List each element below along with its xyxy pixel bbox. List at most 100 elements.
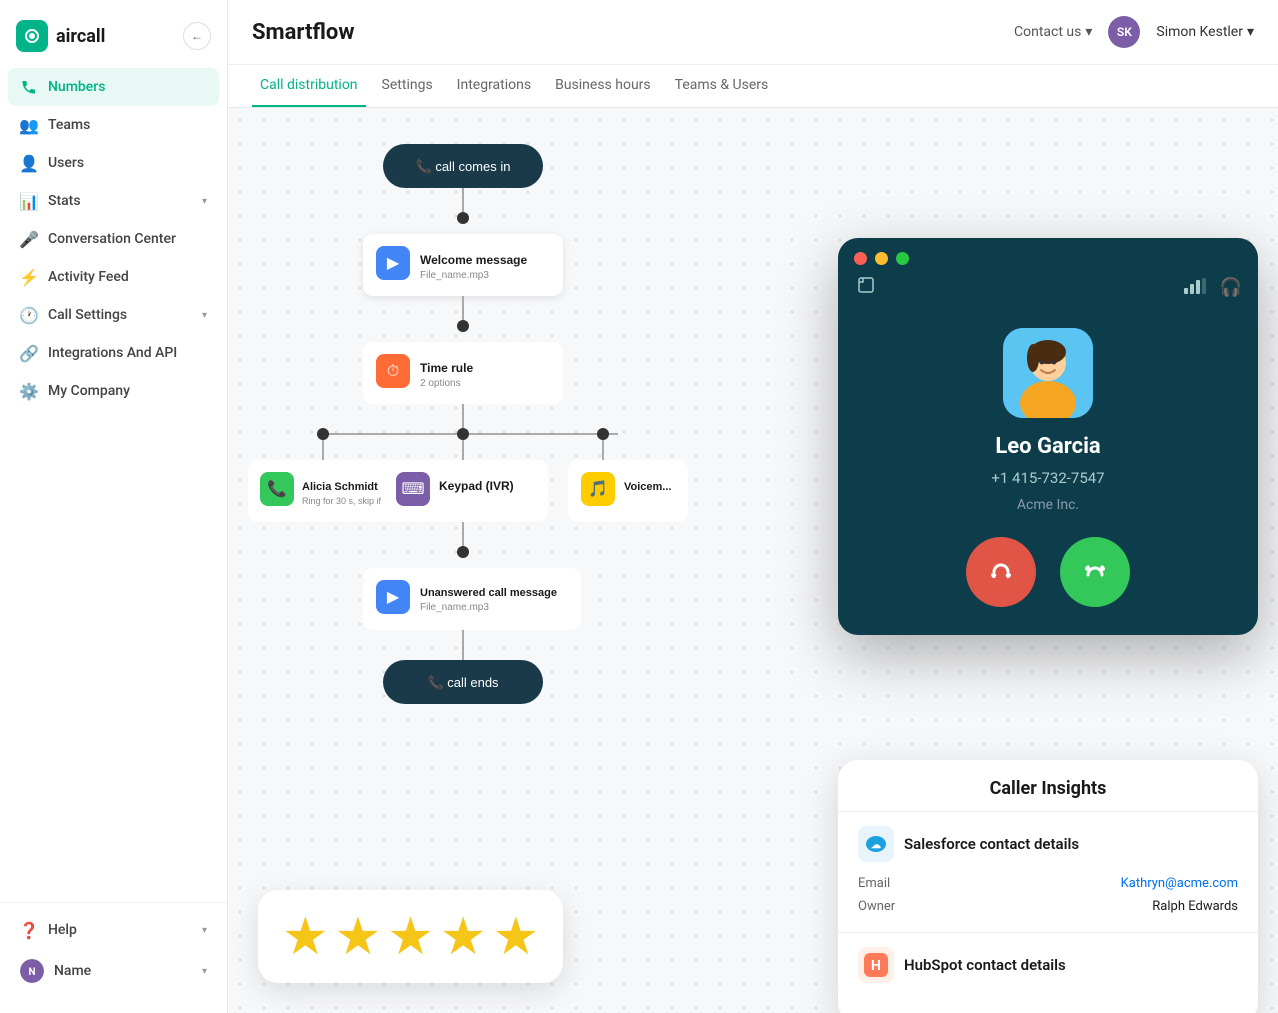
salesforce-owner-row: Owner Ralph Edwards <box>858 895 1238 918</box>
app-name: aircall <box>56 26 105 47</box>
svg-text:▶: ▶ <box>387 589 400 606</box>
sidebar-item-teams-label: Teams <box>48 117 90 133</box>
phone-overlay: 🎧 <box>838 238 1258 635</box>
salesforce-title: Salesforce contact details <box>904 835 1079 853</box>
star-3: ★ <box>387 906 434 967</box>
salesforce-icon: ☁ <box>858 826 894 862</box>
salesforce-section: ☁ Salesforce contact details Email Kathr… <box>838 812 1258 933</box>
salesforce-header: ☁ Salesforce contact details <box>858 826 1238 862</box>
page-title: Smartflow <box>252 20 1014 45</box>
star-5: ★ <box>493 906 540 967</box>
sidebar-item-help-label: Help <box>48 922 77 938</box>
tab-integrations[interactable]: Integrations <box>449 65 539 107</box>
stats-icon: 📊 <box>20 192 38 210</box>
sidebar-item-numbers-label: Numbers <box>48 79 105 95</box>
svg-text:N: N <box>28 967 35 978</box>
back-button[interactable]: ← <box>183 22 211 50</box>
conversation-center-icon: 🎤 <box>20 230 38 248</box>
signal-icon <box>1184 278 1206 298</box>
tabs: Call distribution Settings Integrations … <box>228 65 1278 108</box>
hubspot-title: HubSpot contact details <box>904 956 1066 974</box>
sidebar-item-conversation-center[interactable]: 🎤 Conversation Center <box>8 220 219 258</box>
svg-text:H: H <box>871 958 881 974</box>
sidebar-item-users[interactable]: 👤 Users <box>8 144 219 182</box>
sidebar-item-name[interactable]: N Name ▾ <box>8 949 219 993</box>
sidebar-item-integrations-api-label: Integrations And API <box>48 345 177 361</box>
sidebar-item-stats[interactable]: 📊 Stats ▾ <box>8 182 219 220</box>
star-2: ★ <box>335 906 382 967</box>
my-company-icon: ⚙️ <box>20 382 38 400</box>
caller-avatar <box>1003 328 1093 418</box>
user-name[interactable]: Simon Kestler ▾ <box>1156 24 1254 40</box>
sidebar-item-stats-label: Stats <box>48 193 81 209</box>
sidebar-logo: aircall ← <box>0 12 227 68</box>
svg-text:📞 call comes in: 📞 call comes in <box>416 158 511 174</box>
caller-section: Leo Garcia +1 415-732-7547 Acme Inc. <box>838 308 1258 537</box>
svg-text:2 options: 2 options <box>420 378 461 389</box>
hubspot-section: H HubSpot contact details <box>838 933 1258 1007</box>
svg-text:⏱: ⏱ <box>387 363 399 380</box>
svg-text:Alicia Schmidt: Alicia Schmidt <box>302 481 378 493</box>
svg-text:Welcome message: Welcome message <box>420 253 527 267</box>
user-name-chevron-icon: ▾ <box>1247 24 1254 40</box>
decline-call-button[interactable] <box>966 537 1036 607</box>
svg-text:⌨: ⌨ <box>401 481 424 498</box>
call-settings-arrow-icon: ▾ <box>202 310 207 321</box>
activity-feed-icon: ⚡ <box>20 268 38 286</box>
name-arrow-icon: ▾ <box>202 966 207 977</box>
traffic-light-red[interactable] <box>854 252 867 265</box>
tab-business-hours[interactable]: Business hours <box>547 65 659 107</box>
sidebar-item-teams[interactable]: 👥 Teams <box>8 106 219 144</box>
svg-text:Time rule: Time rule <box>420 361 473 375</box>
stats-arrow-icon: ▾ <box>202 196 207 207</box>
aircall-logo-icon <box>16 20 48 52</box>
sidebar-item-integrations-api[interactable]: 🔗 Integrations And API <box>8 334 219 372</box>
caller-company: Acme Inc. <box>1017 497 1079 513</box>
sidebar-item-my-company-label: My Company <box>48 383 130 399</box>
accept-call-button[interactable] <box>1060 537 1130 607</box>
email-value: Kathryn@acme.com <box>1121 876 1238 891</box>
help-icon: ❓ <box>20 921 38 939</box>
sidebar-nav: Numbers 👥 Teams 👤 Users 📊 Stats ▾ 🎤 Conv… <box>0 68 227 894</box>
svg-text:☁: ☁ <box>871 840 881 851</box>
traffic-light-yellow[interactable] <box>875 252 888 265</box>
sidebar-item-call-settings-label: Call Settings <box>48 307 127 323</box>
sidebar-item-help[interactable]: ❓ Help ▾ <box>8 911 219 949</box>
headset-icon[interactable]: 🎧 <box>1220 277 1242 298</box>
star-1: ★ <box>282 906 329 967</box>
flow-area: 📞 call comes in ▶ Welcome message File_n… <box>228 108 1278 1013</box>
svg-text:📞 call ends: 📞 call ends <box>427 674 499 690</box>
sidebar-item-numbers[interactable]: Numbers <box>8 68 219 106</box>
tab-settings[interactable]: Settings <box>374 65 441 107</box>
sidebar-item-activity-feed-label: Activity Feed <box>48 269 129 285</box>
header: Smartflow Contact us ▾ SK Simon Kestler … <box>228 0 1278 65</box>
svg-text:Keypad (IVR): Keypad (IVR) <box>439 479 514 493</box>
help-arrow-icon: ▾ <box>202 925 207 936</box>
star-4: ★ <box>440 906 487 967</box>
tab-call-distribution[interactable]: Call distribution <box>252 65 366 107</box>
numbers-icon <box>20 78 38 96</box>
teams-icon: 👥 <box>20 116 38 134</box>
svg-text:🎵: 🎵 <box>588 480 608 498</box>
svg-text:Unanswered call message: Unanswered call message <box>420 587 557 599</box>
contact-us-label: Contact us <box>1014 24 1081 40</box>
svg-text:File_name.mp3: File_name.mp3 <box>420 270 489 281</box>
hubspot-icon: H <box>858 947 894 983</box>
contact-us-button[interactable]: Contact us ▾ <box>1014 24 1092 40</box>
sidebar-item-activity-feed[interactable]: ⚡ Activity Feed <box>8 258 219 296</box>
salesforce-email-row: Email Kathryn@acme.com <box>858 872 1238 895</box>
svg-text:Voicem...: Voicem... <box>624 481 671 493</box>
owner-label: Owner <box>858 899 895 914</box>
owner-value: Ralph Edwards <box>1152 899 1238 914</box>
sidebar-item-users-label: Users <box>48 155 84 171</box>
sidebar-item-call-settings[interactable]: 🕐 Call Settings ▾ <box>8 296 219 334</box>
tab-teams-users[interactable]: Teams & Users <box>667 65 777 107</box>
call-actions <box>838 537 1258 635</box>
sidebar-bottom: ❓ Help ▾ N Name ▾ <box>0 902 227 1001</box>
traffic-light-green[interactable] <box>896 252 909 265</box>
sidebar-item-my-company[interactable]: ⚙️ My Company <box>8 372 219 410</box>
stars-rating: ★ ★ ★ ★ ★ <box>258 890 563 983</box>
sidebar-item-name-label: Name <box>54 963 91 979</box>
phone-expand-icon[interactable] <box>856 275 876 300</box>
call-settings-icon: 🕐 <box>20 306 38 324</box>
